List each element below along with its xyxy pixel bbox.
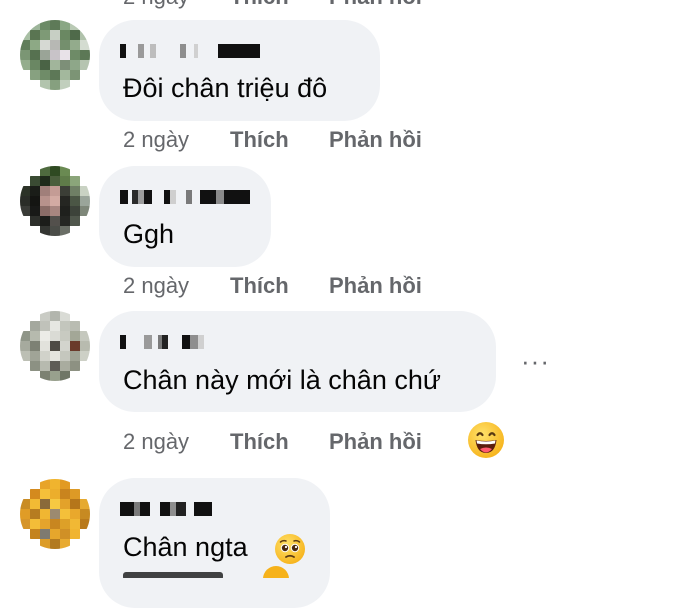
avatar[interactable] [20, 166, 90, 236]
avatar[interactable] [20, 20, 90, 90]
author-name[interactable] [120, 335, 215, 349]
comment-bubble[interactable] [99, 20, 380, 121]
comment-text: Ggh [123, 219, 175, 249]
reply-button[interactable]: Phản hồi [329, 0, 422, 10]
comment-time[interactable]: 2 ngày [123, 429, 189, 455]
comment-bubble[interactable] [99, 166, 271, 267]
comment-time[interactable]: 2 ngày [123, 127, 189, 153]
comment-time[interactable]: 2 ngày [123, 273, 189, 299]
emoji-icon [263, 566, 289, 578]
author-name[interactable] [120, 502, 212, 516]
avatar[interactable] [20, 479, 90, 549]
comment-text: Đôi chân triệu đô [123, 73, 328, 103]
author-name[interactable] [120, 44, 260, 58]
author-name[interactable] [120, 190, 250, 204]
like-button[interactable]: Thích [230, 0, 289, 10]
reply-button[interactable]: Phản hồi [329, 429, 422, 455]
like-button[interactable]: Thích [230, 127, 289, 153]
pleading-face-emoji-icon [275, 534, 305, 564]
comment-time: 2 ngày [123, 0, 189, 10]
reply-button[interactable]: Phản hồi [329, 127, 422, 153]
comment-text: Chân này mới là chân chứ [123, 365, 441, 395]
grinning-face-emoji-icon[interactable] [467, 421, 505, 459]
reply-button[interactable]: Phản hồi [329, 273, 422, 299]
like-button[interactable]: Thích [230, 429, 289, 455]
comment-bubble[interactable] [99, 311, 496, 412]
comment-text: Chân ngta [123, 532, 248, 562]
avatar[interactable] [20, 311, 90, 381]
comment-text-overflow [123, 566, 233, 578]
more-horizontal-icon[interactable]: ··· [521, 346, 550, 377]
like-button[interactable]: Thích [230, 273, 289, 299]
